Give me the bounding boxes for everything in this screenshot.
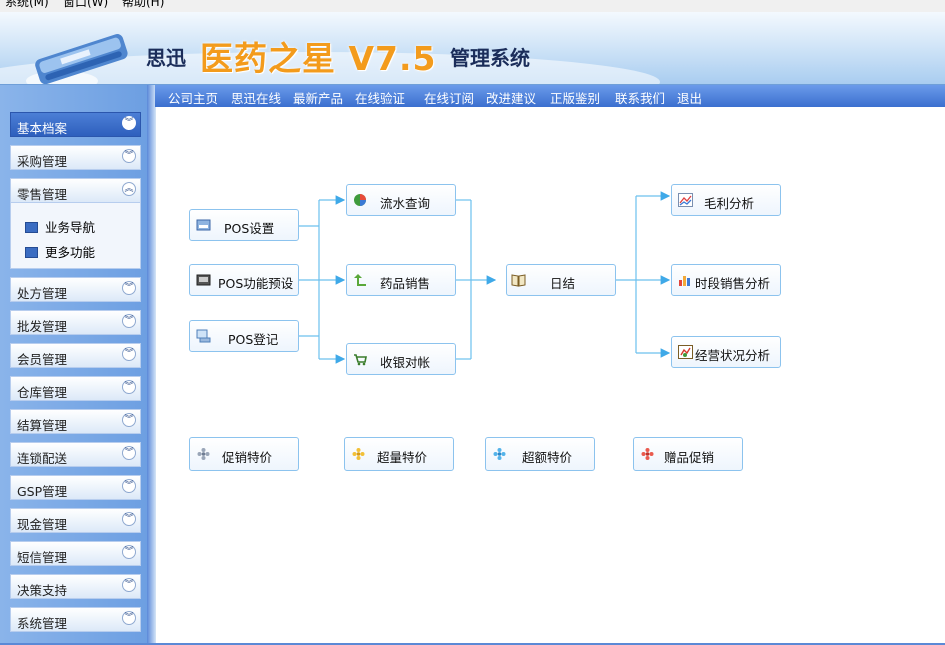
promo-box-gift[interactable]: 赠品促销: [633, 437, 743, 471]
pos-register-icon: [196, 329, 211, 343]
promo-box-sale-price[interactable]: 促销特价: [189, 437, 299, 471]
chevron-down-icon[interactable]: ︾: [122, 512, 136, 526]
chevron-down-icon[interactable]: ︾: [122, 380, 136, 394]
sidebar-group-7[interactable]: 仓库管理 ︾: [10, 376, 141, 401]
upload-arrow-icon: [354, 274, 366, 286]
bar-chart-icon: [679, 276, 690, 286]
chevron-down-icon[interactable]: ︾: [122, 578, 136, 592]
menu-help[interactable]: 帮助(H): [122, 0, 164, 9]
sidebar: 基本档案 ︾ 采购管理 ︾ 零售管理 ︽ 业务导航 更多功能 处方管理 ︾ 批发管理…: [0, 85, 147, 645]
sidebar-group-9[interactable]: 连锁配送 ︾: [10, 442, 141, 467]
sidebar-group-10[interactable]: GSP管理 ︾: [10, 475, 141, 500]
pos-settings-icon: [196, 219, 211, 231]
chevron-down-icon[interactable]: ︾: [122, 611, 136, 625]
nav-link-suggestions[interactable]: 改进建议: [486, 88, 536, 107]
nav-link-online-verify[interactable]: 在线验证: [355, 88, 405, 107]
cart-icon: [354, 354, 367, 366]
chevron-down-icon[interactable]: ︾: [122, 281, 136, 295]
nav-link-new-products[interactable]: 最新产品: [293, 88, 343, 107]
flow-box-pos-register[interactable]: POS登记: [189, 320, 299, 352]
nav-link-online-subscribe[interactable]: 在线订阅: [424, 88, 474, 107]
monitor-icon: [25, 247, 38, 258]
gear-flower-yellow-icon: [352, 448, 365, 460]
flow-box-pos-settings[interactable]: POS设置: [189, 209, 299, 241]
nav-link-contact-us[interactable]: 联系我们: [615, 88, 665, 107]
menu-window[interactable]: 窗口(W): [63, 0, 108, 9]
sidebar-group-13[interactable]: 决策支持 ︾: [10, 574, 141, 599]
pos-presets-icon: [196, 274, 211, 286]
chevron-up-icon[interactable]: ︽: [122, 182, 136, 196]
flow-box-transaction-query[interactable]: 流水查询: [346, 184, 456, 216]
sidebar-item-more-functions[interactable]: 更多功能: [25, 242, 95, 261]
flow-box-pos-presets[interactable]: POS功能预设: [189, 264, 299, 296]
nav-link-company-home[interactable]: 公司主页: [168, 88, 218, 107]
chevron-down-icon[interactable]: ︾: [122, 545, 136, 559]
sidebar-group-11[interactable]: 现金管理 ︾: [10, 508, 141, 533]
sidebar-group-8[interactable]: 结算管理 ︾: [10, 409, 141, 434]
product-suffix: 管理系统: [450, 46, 530, 70]
sidebar-group-14[interactable]: 系统管理 ︾: [10, 607, 141, 632]
chevron-down-icon[interactable]: ︾: [122, 479, 136, 493]
nav-link-genuine-check[interactable]: 正版鉴别: [550, 88, 600, 107]
product-logo-icon: [26, 34, 128, 84]
monitor-icon: [25, 222, 38, 233]
menu-system[interactable]: 系统(M): [5, 0, 49, 9]
chevron-down-icon[interactable]: ︾: [122, 314, 136, 328]
top-nav-bar: 公司主页 思迅在线 最新产品 在线验证 在线订阅 改进建议 正版鉴别 联系我们 …: [155, 85, 945, 107]
sidebar-group-retail[interactable]: 零售管理 ︽: [10, 178, 141, 203]
header-banner: 思迅 医药之星 V7.5 管理系统: [0, 12, 945, 85]
gear-flower-red-icon: [641, 448, 654, 460]
nav-link-exit[interactable]: 退出: [677, 88, 702, 107]
sidebar-group-purchase[interactable]: 采购管理 ︾: [10, 145, 141, 170]
line-chart-icon: [678, 193, 693, 207]
chevron-down-icon[interactable]: ︾: [122, 149, 136, 163]
book-icon: [511, 274, 526, 287]
sidebar-item-business-nav[interactable]: 业务导航: [25, 217, 95, 236]
promo-box-volume-price[interactable]: 超量特价: [344, 437, 454, 471]
flow-box-cashier-reconcile[interactable]: 收银对帐: [346, 343, 456, 375]
chevron-down-icon[interactable]: ︾: [122, 116, 136, 130]
flow-connector-lines: [298, 191, 671, 364]
chevron-down-icon[interactable]: ︾: [122, 446, 136, 460]
chevron-down-icon[interactable]: ︾: [122, 347, 136, 361]
flow-box-period-sales[interactable]: 时段销售分析: [671, 264, 781, 296]
main-content: POS设置 POS功能预设 POS登记 流水查询 药品销售 收银对帐 日结 毛利…: [155, 107, 945, 643]
chevron-down-icon[interactable]: ︾: [122, 413, 136, 427]
menu-bar: 系统(M) 窗口(W) 帮助(H): [0, 0, 945, 12]
product-name: 医药之星 V7.5: [200, 39, 437, 78]
sidebar-retail-subitems: 业务导航 更多功能: [10, 203, 141, 269]
flow-box-business-status[interactable]: 经营状况分析: [671, 336, 781, 368]
status-chart-icon: [678, 345, 693, 359]
pie-chart-icon: [354, 194, 366, 206]
gear-flower-gray-icon: [197, 448, 210, 460]
flow-box-gross-profit[interactable]: 毛利分析: [671, 184, 781, 216]
brand-name: 思迅: [146, 46, 186, 70]
sidebar-group-5[interactable]: 批发管理 ︾: [10, 310, 141, 335]
sidebar-group-12[interactable]: 短信管理 ︾: [10, 541, 141, 566]
gear-flower-blue-icon: [493, 448, 506, 460]
sidebar-group-basic[interactable]: 基本档案 ︾: [10, 112, 141, 137]
flow-box-drug-sales[interactable]: 药品销售: [346, 264, 456, 296]
promo-box-amount-price[interactable]: 超额特价: [485, 437, 595, 471]
nav-link-sixun-online[interactable]: 思迅在线: [231, 88, 281, 107]
sidebar-group-4[interactable]: 处方管理 ︾: [10, 277, 141, 302]
flow-box-daily-close[interactable]: 日结: [506, 264, 616, 296]
sidebar-group-6[interactable]: 会员管理 ︾: [10, 343, 141, 368]
